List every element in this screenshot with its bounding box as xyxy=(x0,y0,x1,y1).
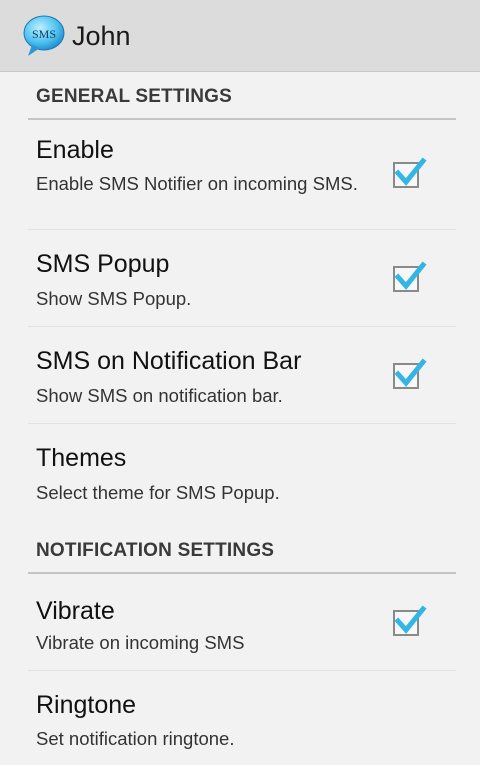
pref-title: SMS Popup xyxy=(36,250,170,278)
checkmark-icon xyxy=(394,261,427,290)
pref-summary: Set notification ringtone. xyxy=(36,728,235,749)
pref-title: Ringtone xyxy=(36,691,137,719)
settings-list: GENERAL SETTINGS Enable Enable SMS Notif… xyxy=(0,72,480,765)
app-icon-label: SMS xyxy=(32,27,56,41)
pref-vibrate[interactable]: Vibrate Vibrate on incoming SMS xyxy=(28,574,456,671)
pref-title: Enable xyxy=(36,136,114,164)
sms-popup-checkbox[interactable] xyxy=(393,261,427,292)
pref-ringtone[interactable]: Ringtone Set notification ringtone. xyxy=(28,671,456,765)
section-header-label: NOTIFICATION SETTINGS xyxy=(36,540,275,561)
notification-bar-checkbox[interactable] xyxy=(393,358,427,389)
pref-summary: Select theme for SMS Popup. xyxy=(36,482,280,503)
checkmark-icon xyxy=(394,358,427,387)
section-header-label: GENERAL SETTINGS xyxy=(36,86,233,107)
pref-summary: Vibrate on incoming SMS xyxy=(36,632,245,653)
page-title: John xyxy=(72,21,131,51)
pref-title: SMS on Notification Bar xyxy=(36,347,302,375)
pref-summary: Enable SMS Notifier on incoming SMS. xyxy=(36,173,358,194)
pref-themes[interactable]: Themes Select theme for SMS Popup. xyxy=(28,424,456,526)
checkmark-icon xyxy=(394,157,427,186)
sms-bubble-icon[interactable]: SMS xyxy=(22,14,66,58)
pref-sms-popup[interactable]: SMS Popup Show SMS Popup. xyxy=(28,230,456,327)
section-header-general: GENERAL SETTINGS xyxy=(0,72,480,120)
action-bar: SMS John xyxy=(0,0,480,72)
pref-sms-notification-bar[interactable]: SMS on Notification Bar Show SMS on noti… xyxy=(28,327,456,424)
checkmark-icon xyxy=(394,605,427,634)
pref-title: Themes xyxy=(36,444,127,472)
pref-title: Vibrate xyxy=(36,597,115,625)
section-header-notification: NOTIFICATION SETTINGS xyxy=(0,526,480,574)
pref-summary: Show SMS Popup. xyxy=(36,288,192,309)
vibrate-checkbox[interactable] xyxy=(393,605,427,636)
pref-enable[interactable]: Enable Enable SMS Notifier on incoming S… xyxy=(28,120,456,230)
enable-checkbox[interactable] xyxy=(393,157,427,188)
pref-summary: Show SMS on notification bar. xyxy=(36,385,283,406)
